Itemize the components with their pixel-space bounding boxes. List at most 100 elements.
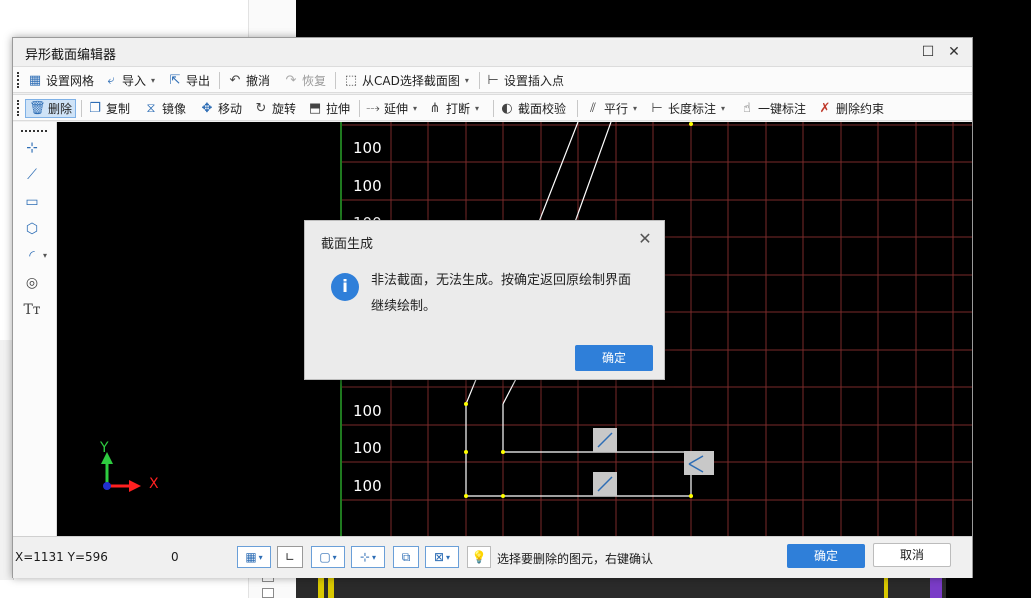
background-marker bbox=[328, 578, 334, 598]
stretch-button[interactable]: ⬒ 拉伸 bbox=[307, 99, 350, 118]
close-icon[interactable]: ✕ bbox=[635, 229, 655, 249]
cancel-button[interactable]: 取消 bbox=[873, 543, 951, 567]
background-marker bbox=[884, 578, 888, 598]
toolbar-grip[interactable] bbox=[17, 72, 20, 88]
chevron-down-icon[interactable]: ▾ bbox=[633, 104, 637, 113]
set-grid-button[interactable]: ▦ 设置网格 bbox=[27, 71, 94, 90]
info-icon: i bbox=[331, 273, 359, 301]
maximize-icon[interactable]: ☐ bbox=[917, 42, 939, 62]
lightbulb-icon[interactable]: 💡 bbox=[467, 546, 491, 568]
grid-icon: ▦ bbox=[28, 73, 42, 88]
section-check-button[interactable]: ◐ 截面校验 bbox=[499, 99, 566, 118]
status-bar: X=1131 Y=596 0 ▦ ▾ ∟ ▢ ▾ ⊹ ▾ ⧉ ⊠ ▾ 💡 选择要删除的图… bbox=[13, 536, 972, 578]
polygon-tool-icon[interactable]: ⬡ bbox=[21, 218, 43, 240]
status-hint: 选择要删除的图元，右键确认 bbox=[497, 552, 654, 566]
insert-point-button[interactable]: ⊢ 设置插入点 bbox=[485, 71, 564, 90]
dimension-icon: ⊢ bbox=[651, 101, 663, 116]
point-tool-icon[interactable]: ⊹ bbox=[21, 137, 43, 159]
ok-button[interactable]: 确定 bbox=[787, 544, 865, 568]
hand-icon: ☝ bbox=[743, 101, 751, 116]
copy-button[interactable]: ❐ 复制 bbox=[87, 99, 130, 118]
grid-label: 100 bbox=[353, 401, 382, 420]
break-icon: ⋔ bbox=[429, 101, 441, 116]
axis-x-label: X bbox=[149, 476, 159, 492]
break-button[interactable]: ⋔ 打断 ▾ bbox=[427, 99, 479, 118]
grid-label: 100 bbox=[353, 476, 382, 495]
one-key-dim-button[interactable]: ☝ 一键标注 bbox=[739, 99, 806, 118]
trash-icon: 🗑 bbox=[29, 101, 46, 116]
undo-icon: ↶ bbox=[229, 73, 241, 88]
toolbar-grip[interactable] bbox=[17, 100, 20, 116]
axis-y-label: Y bbox=[100, 440, 109, 456]
rotate-button[interactable]: ↻ 旋转 bbox=[253, 99, 296, 118]
rectangle-tool-icon[interactable]: ▭ bbox=[21, 191, 43, 213]
title-bar: 异形截面编辑器 ☐ ✕ bbox=[13, 38, 972, 66]
toolbar-separator bbox=[335, 72, 336, 89]
delete-constraint-button[interactable]: ✗ 删除约束 bbox=[817, 99, 884, 118]
line-tool-icon[interactable]: ⟋ bbox=[21, 164, 43, 186]
constraint-toggle-button[interactable]: ⊠ ▾ bbox=[425, 546, 459, 568]
snap-toggle-button[interactable]: ▢ ▾ bbox=[311, 546, 345, 568]
chevron-down-icon[interactable]: ▾ bbox=[475, 104, 479, 113]
grid-toggle-button[interactable]: ▦ ▾ bbox=[237, 546, 271, 568]
arc-tool-icon[interactable]: ◜ bbox=[21, 245, 43, 267]
chevron-down-icon[interactable]: ▾ bbox=[721, 104, 725, 113]
length-dim-button[interactable]: ⊢ 长度标注 ▾ bbox=[649, 99, 725, 118]
chevron-down-icon[interactable]: ▾ bbox=[465, 76, 469, 85]
extend-button[interactable]: ⤏ 延伸 ▾ bbox=[365, 99, 417, 118]
extend-icon: ⤏ bbox=[366, 101, 380, 116]
toolbar-separator bbox=[479, 72, 480, 89]
toolbar-separator bbox=[219, 72, 220, 89]
move-icon: ✥ bbox=[201, 101, 213, 116]
chevron-down-icon[interactable]: ▾ bbox=[413, 104, 417, 113]
mirror-icon: ⧖ bbox=[146, 101, 156, 116]
section-generation-dialog: 截面生成 ✕ i 非法截面，无法生成。按确定返回原绘制界面继续绘制。 确定 bbox=[304, 220, 665, 380]
rail-grip[interactable] bbox=[21, 130, 47, 132]
cad-select-button[interactable]: ⬚ 从CAD选择截面图 ▾ bbox=[343, 71, 469, 90]
drawing-tools-rail: ⊹ ⟋ ▭ ⬡ ◜ ▾ ◎ Tт bbox=[13, 122, 57, 536]
status-value: 0 bbox=[171, 550, 179, 564]
mirror-button[interactable]: ⧖ 镜像 bbox=[143, 99, 186, 118]
polar-toggle-button[interactable]: ⧉ bbox=[393, 546, 419, 568]
toolbar-edit: 🗑 删除 ❐ 复制 ⧖ 镜像 ✥ 移动 ↻ 旋转 ⬒ 拉伸 ⤏ 延伸 ▾ ⋔ 打断 ▾ ◐ 截面校验 … bbox=[13, 94, 972, 121]
coordinate-readout: X=1131 Y=596 bbox=[15, 550, 108, 564]
toolbar-separator bbox=[493, 100, 494, 117]
toolbar-file: ▦ 设置网格 ⤶ 导入 ▾ ⇱ 导出 ↶ 撤消 ↷ 恢复 ⬚ 从CAD选择截面图 ▾ ⊢ 设置插入… bbox=[13, 66, 972, 93]
chevron-down-icon[interactable]: ▾ bbox=[43, 251, 47, 260]
dialog-ok-button[interactable]: 确定 bbox=[575, 345, 653, 371]
section-check-icon: ◐ bbox=[501, 101, 513, 116]
import-icon: ⤶ bbox=[107, 73, 115, 88]
delete-button[interactable]: 🗑 删除 bbox=[25, 99, 77, 118]
window-title: 异形截面编辑器 bbox=[25, 48, 117, 63]
export-button[interactable]: ⇱ 导出 bbox=[167, 71, 210, 90]
undo-button[interactable]: ↶ 撤消 bbox=[227, 71, 270, 90]
delete-constraint-icon: ✗ bbox=[819, 101, 831, 116]
grid-label: 100 bbox=[353, 176, 382, 195]
background-marker bbox=[318, 578, 324, 598]
dialog-message: 非法截面，无法生成。按确定返回原绘制界面继续绘制。 bbox=[371, 273, 632, 314]
close-icon[interactable]: ✕ bbox=[943, 42, 965, 62]
stretch-icon: ⬒ bbox=[308, 101, 322, 116]
toolbar-separator bbox=[81, 100, 82, 117]
background-strip bbox=[296, 578, 946, 598]
ortho-toggle-button[interactable]: ∟ bbox=[277, 546, 303, 568]
parallel-button[interactable]: ⫽ 平行 ▾ bbox=[585, 99, 637, 118]
parallel-icon: ⫽ bbox=[590, 101, 596, 116]
chevron-down-icon[interactable]: ▾ bbox=[151, 76, 155, 85]
grid-label: 100 bbox=[353, 439, 382, 457]
object-snap-button[interactable]: ⊹ ▾ bbox=[351, 546, 385, 568]
rotate-icon: ↻ bbox=[255, 101, 267, 116]
insert-point-icon: ⊢ bbox=[487, 73, 499, 88]
text-tool-icon[interactable]: Tт bbox=[21, 299, 43, 321]
redo-button[interactable]: ↷ 恢复 bbox=[283, 71, 326, 90]
grid-label: 100 bbox=[353, 139, 382, 157]
toolbar-separator bbox=[359, 100, 360, 117]
copy-icon: ❐ bbox=[89, 101, 101, 116]
background-checkbox[interactable] bbox=[262, 588, 274, 598]
redo-icon: ↷ bbox=[285, 73, 297, 88]
background-marker bbox=[930, 578, 942, 598]
toolbar-separator bbox=[577, 100, 578, 117]
move-button[interactable]: ✥ 移动 bbox=[199, 99, 242, 118]
circle-tool-icon[interactable]: ◎ bbox=[21, 272, 43, 294]
import-button[interactable]: ⤶ 导入 ▾ bbox=[103, 71, 155, 90]
